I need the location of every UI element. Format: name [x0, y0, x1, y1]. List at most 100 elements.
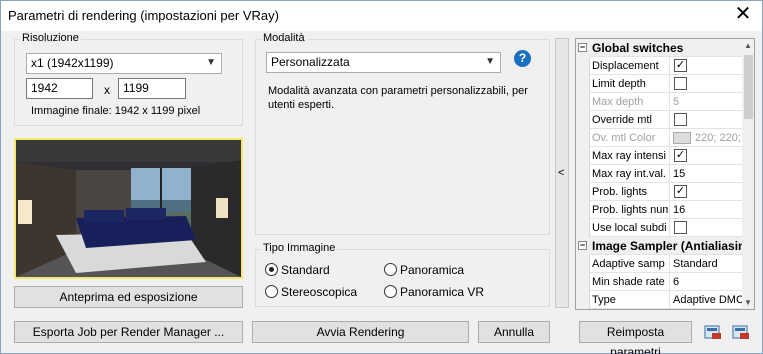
mode-description: Modalità avanzata con parametri personal…: [268, 85, 528, 111]
row-gutter: [576, 273, 590, 291]
size-separator: x: [104, 83, 110, 97]
checkbox-checked-icon[interactable]: ✓: [674, 185, 687, 198]
property-name: Adaptive samp: [592, 258, 665, 270]
property-row[interactable]: Min shade rate 6: [576, 273, 742, 291]
property-row[interactable]: Max ray intensi ✓: [576, 147, 742, 165]
load-settings-icon[interactable]: [732, 324, 750, 340]
row-gutter: [576, 147, 590, 165]
property-value[interactable]: 5: [669, 93, 742, 111]
start-rendering-button[interactable]: Avvia Rendering: [252, 321, 469, 343]
mode-select[interactable]: Personalizzata ▼: [266, 52, 501, 73]
radio-stereoscopica-label[interactable]: Stereoscopica: [281, 285, 357, 299]
row-gutter: [576, 291, 590, 309]
row-gutter: [576, 129, 590, 147]
height-input[interactable]: 1199: [118, 78, 186, 99]
property-grid-scrollbar[interactable]: ▲ ▼: [742, 39, 754, 309]
property-value[interactable]: ✓: [669, 147, 742, 165]
radio-panoramica-vr[interactable]: [384, 285, 397, 298]
property-name: Min shade rate: [592, 276, 665, 288]
property-row[interactable]: Max ray int.val. 15: [576, 165, 742, 183]
row-gutter: [576, 201, 590, 219]
property-row[interactable]: Prob. lights ✓: [576, 183, 742, 201]
property-category[interactable]: − Image Sampler (Antialiasing): [576, 237, 742, 255]
property-value[interactable]: 220; 220; 220: [669, 129, 742, 147]
property-value[interactable]: [669, 219, 742, 237]
property-name: Max ray int.val.: [592, 168, 666, 180]
property-name: Prob. lights num: [592, 204, 668, 216]
image-type-label: Tipo Immagine: [261, 242, 338, 254]
color-swatch[interactable]: [673, 132, 691, 144]
property-category[interactable]: − Global switches: [576, 39, 742, 57]
collapse-glyph: <: [558, 167, 565, 179]
property-name: Displacement: [592, 60, 659, 72]
save-settings-icon[interactable]: [704, 324, 722, 340]
property-row[interactable]: Use local subdi: [576, 219, 742, 237]
property-value[interactable]: [669, 75, 742, 93]
property-value[interactable]: 6: [669, 273, 742, 291]
radio-panoramica-label[interactable]: Panoramica: [400, 263, 464, 277]
property-name: Prob. lights: [592, 186, 648, 198]
resolution-label: Risoluzione: [20, 32, 81, 44]
resolution-select-value: x1 (1942x1199): [31, 56, 114, 70]
render-settings-dialog: Parametri di rendering (impostazioni per…: [0, 0, 763, 354]
radio-standard[interactable]: [265, 263, 278, 276]
property-row[interactable]: Adaptive samp Standard: [576, 255, 742, 273]
row-gutter: [576, 165, 590, 183]
row-gutter: [576, 93, 590, 111]
radio-standard-label[interactable]: Standard: [281, 263, 330, 277]
checkbox-icon[interactable]: [674, 77, 687, 90]
row-gutter: [576, 57, 590, 75]
scroll-down-icon[interactable]: ▼: [744, 298, 752, 307]
preview-exposure-button[interactable]: Anteprima ed esposizione: [14, 286, 243, 308]
property-value[interactable]: 15: [669, 165, 742, 183]
row-gutter: [576, 183, 590, 201]
render-preview-image: [14, 138, 243, 279]
property-row[interactable]: Override mtl: [576, 111, 742, 129]
checkbox-icon[interactable]: [674, 113, 687, 126]
property-name: Type: [592, 294, 616, 306]
property-row[interactable]: Limit depth: [576, 75, 742, 93]
help-icon[interactable]: ?: [514, 50, 531, 67]
property-name: Ov. mtl Color: [592, 132, 656, 144]
radio-stereoscopica[interactable]: [265, 285, 278, 298]
bedroom-preview-icon: [16, 140, 241, 277]
property-name: Limit depth: [592, 78, 646, 90]
window-title: Parametri di rendering (impostazioni per…: [8, 8, 279, 23]
checkbox-icon[interactable]: [674, 221, 687, 234]
scroll-up-icon[interactable]: ▲: [744, 41, 752, 50]
property-row[interactable]: Type Adaptive DMC: [576, 291, 742, 309]
collapse-category-icon[interactable]: −: [578, 43, 587, 52]
radio-panoramica-vr-label[interactable]: Panoramica VR: [400, 285, 484, 299]
resolution-select[interactable]: x1 (1942x1199) ▼: [26, 53, 222, 74]
checkbox-checked-icon[interactable]: ✓: [674, 149, 687, 162]
property-value[interactable]: ✓: [669, 183, 742, 201]
property-row[interactable]: Displacement ✓: [576, 57, 742, 75]
property-row[interactable]: Max depth 5: [576, 93, 742, 111]
export-job-button[interactable]: Esporta Job per Render Manager ...: [14, 321, 243, 343]
row-gutter: [576, 111, 590, 129]
property-value[interactable]: Adaptive DMC: [669, 291, 742, 309]
cancel-button[interactable]: Annulla: [478, 321, 550, 343]
property-grid[interactable]: Type Adaptive DMC Min shade rate 6 Adaptive …: [575, 38, 755, 310]
chevron-down-icon: ▼: [485, 56, 495, 67]
mode-select-value: Personalizzata: [271, 55, 350, 69]
collapse-panel-button[interactable]: <: [555, 38, 569, 308]
width-input[interactable]: 1942: [26, 78, 93, 99]
property-row[interactable]: Ov. mtl Color 220; 220; 220: [576, 129, 742, 147]
title-bar: Parametri di rendering (impostazioni per…: [1, 1, 762, 31]
scroll-thumb[interactable]: [744, 55, 753, 119]
close-icon[interactable]: ✕: [727, 3, 759, 27]
collapse-category-icon[interactable]: −: [578, 241, 587, 250]
property-row[interactable]: Prob. lights num 16: [576, 201, 742, 219]
property-value[interactable]: [669, 111, 742, 129]
property-name: Use local subdi: [592, 222, 667, 234]
row-gutter: −: [576, 39, 590, 57]
checkbox-checked-icon[interactable]: ✓: [674, 59, 687, 72]
property-name: Override mtl: [592, 114, 652, 126]
radio-panoramica[interactable]: [384, 263, 397, 276]
property-name: Image Sampler (Antialiasing): [592, 239, 742, 253]
property-value[interactable]: Standard: [669, 255, 742, 273]
property-value[interactable]: 16: [669, 201, 742, 219]
property-value[interactable]: ✓: [669, 57, 742, 75]
reset-parameters-button[interactable]: Reimposta parametri: [579, 321, 692, 354]
